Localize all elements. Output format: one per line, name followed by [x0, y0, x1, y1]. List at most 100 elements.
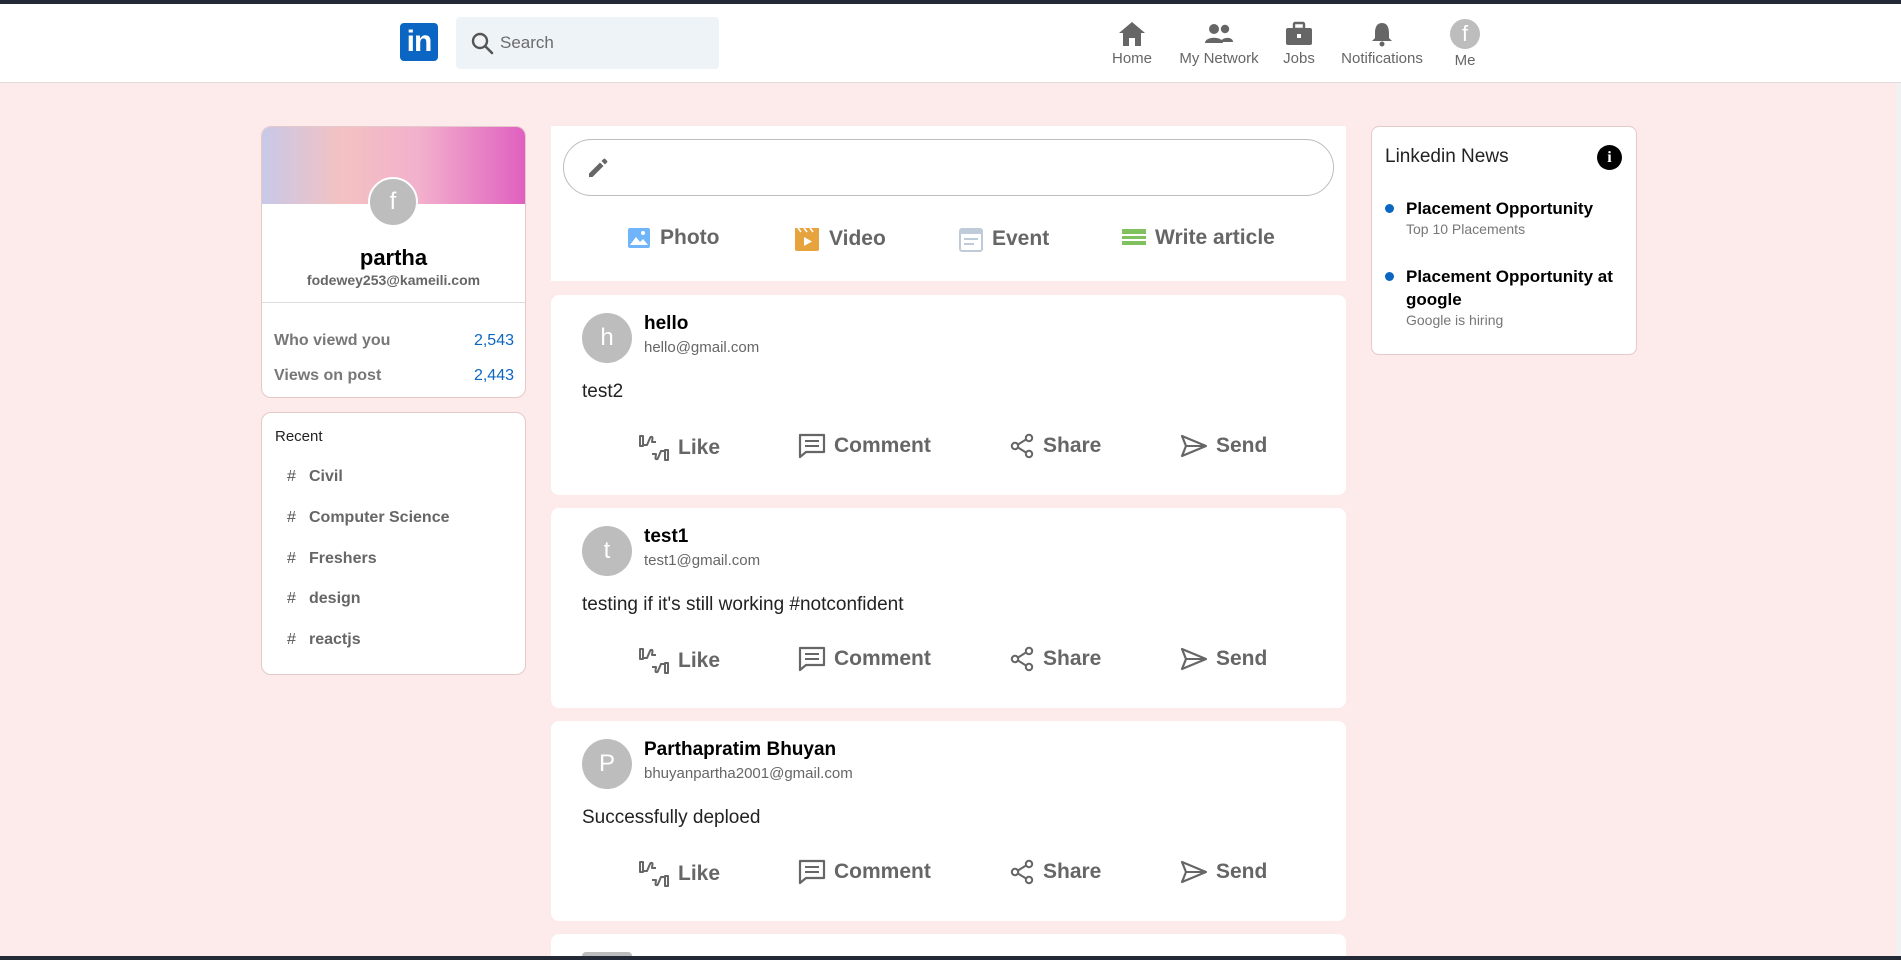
window-bottom-strip [0, 956, 1901, 960]
comment-label: Comment [834, 860, 931, 883]
post-composer: Photo Video Event Write article [551, 126, 1346, 281]
nav-me-label: Me [1454, 51, 1476, 69]
post-author-name[interactable]: Parthapratim Bhuyan [644, 739, 836, 761]
nav-my-network-label: My Network [1179, 49, 1259, 67]
post-author-email: test1@gmail.com [644, 552, 761, 569]
nav-home[interactable]: Home [1107, 4, 1157, 83]
recent-item[interactable]: # reactjs [287, 631, 361, 649]
bullet-icon [1385, 204, 1394, 213]
stat-views-on-post[interactable]: Views on post 2,443 [274, 367, 514, 385]
search-input[interactable] [500, 29, 700, 57]
recent-item[interactable]: # Computer Science [287, 509, 449, 527]
recent-item-label: design [309, 590, 361, 607]
nav-notifications-label: Notifications [1341, 49, 1423, 67]
share-icon [1010, 433, 1034, 459]
nav-my-network[interactable]: My Network [1175, 4, 1263, 83]
like-label: Like [678, 436, 721, 459]
send-icon [1180, 434, 1208, 458]
photo-button[interactable]: Photo [627, 226, 719, 250]
post-author-avatar[interactable]: t [582, 526, 632, 576]
search-bar[interactable] [456, 17, 719, 69]
scrollbar[interactable] [1896, 83, 1901, 956]
share-button[interactable]: Share [1009, 646, 1101, 672]
comment-icon [798, 646, 826, 672]
top-navbar: in Home My Network Jobs [0, 4, 1901, 83]
nav-me[interactable]: f Me [1445, 4, 1485, 83]
news-item[interactable]: Placement Opportunity Top 10 Placements [1385, 197, 1628, 237]
send-label: Send [1216, 647, 1268, 670]
linkedin-logo[interactable]: in [400, 23, 438, 61]
recent-item[interactable]: # Civil [287, 468, 343, 486]
like-icon [639, 861, 669, 887]
share-label: Share [1043, 647, 1102, 670]
stat-who-viewed[interactable]: Who viewd you 2,543 [274, 332, 514, 350]
feed-post: h hello hello@gmail.com test2 Like Comme… [551, 295, 1346, 495]
recent-item[interactable]: # Freshers [287, 550, 377, 568]
recent-title: Recent [275, 428, 323, 445]
video-label: Video [829, 227, 886, 250]
profile-name[interactable]: partha [262, 245, 525, 271]
share-label: Share [1043, 434, 1102, 457]
bell-icon [1372, 22, 1392, 46]
send-label: Send [1216, 434, 1268, 457]
comment-button[interactable]: Comment [798, 433, 931, 459]
send-icon [1180, 860, 1208, 884]
profile-email: fodewey253@kameili.com [306, 272, 481, 288]
like-button[interactable]: Like [638, 859, 720, 889]
share-button[interactable]: Share [1009, 433, 1101, 459]
recent-card: Recent # Civil # Computer Science # Fresher… [261, 412, 526, 675]
nav-jobs-label: Jobs [1283, 49, 1315, 67]
me-avatar: f [1450, 18, 1480, 49]
hash-icon: # [287, 550, 296, 567]
nav-home-label: Home [1111, 49, 1152, 67]
briefcase-icon [1286, 21, 1312, 45]
nav-jobs[interactable]: Jobs [1277, 4, 1321, 83]
like-icon [639, 648, 669, 674]
nav-notifications[interactable]: Notifications [1334, 4, 1430, 83]
video-button[interactable]: Video [794, 226, 886, 252]
profile-avatar[interactable]: f [368, 177, 418, 227]
article-icon [1122, 229, 1146, 245]
share-icon [1010, 859, 1034, 885]
feed-post: P Parthapratim Bhuyan bhuyanpartha2001@g… [551, 721, 1346, 921]
comment-label: Comment [834, 434, 931, 457]
stat-value: 2,443 [473, 367, 514, 384]
post-author-avatar[interactable]: P [582, 739, 632, 789]
event-label: Event [992, 227, 1050, 250]
stat-label: Who viewd you [274, 332, 391, 349]
comment-button[interactable]: Comment [798, 646, 931, 672]
comment-label: Comment [834, 647, 931, 670]
share-icon [1010, 646, 1034, 672]
post-author-avatar[interactable]: h [582, 313, 632, 363]
like-button[interactable]: Like [638, 433, 720, 463]
write-article-label: Write article [1155, 226, 1275, 249]
post-text: test2 [582, 381, 624, 402]
comment-icon [798, 433, 826, 459]
share-button[interactable]: Share [1009, 859, 1101, 885]
news-item[interactable]: Placement Opportunity at google Google i… [1385, 265, 1628, 328]
post-author-name[interactable]: hello [644, 313, 688, 335]
info-icon[interactable]: i [1597, 145, 1622, 170]
like-icon [639, 435, 669, 461]
write-article-button[interactable]: Write article [1122, 226, 1275, 250]
photo-label: Photo [660, 226, 720, 249]
comment-button[interactable]: Comment [798, 859, 931, 885]
recent-item[interactable]: # design [287, 590, 361, 608]
video-icon [795, 227, 819, 251]
post-author-email: bhuyanpartha2001@gmail.com [644, 765, 853, 782]
start-post-input[interactable] [563, 139, 1334, 196]
send-button[interactable]: Send [1180, 646, 1267, 672]
post-text: testing if it's still working #notconfid… [582, 594, 904, 615]
people-icon [1205, 23, 1233, 43]
hash-icon: # [287, 590, 296, 607]
like-button[interactable]: Like [638, 646, 720, 676]
send-button[interactable]: Send [1180, 433, 1267, 459]
send-button[interactable]: Send [1180, 859, 1267, 885]
news-headline: Placement Opportunity [1406, 199, 1594, 218]
news-subtext: Google is hiring [1406, 312, 1504, 328]
event-button[interactable]: Event [959, 226, 1049, 252]
photo-icon [628, 228, 650, 248]
recent-item-label: Computer Science [309, 509, 450, 526]
stat-value: 2,543 [473, 332, 514, 349]
post-author-name[interactable]: test1 [644, 526, 688, 548]
